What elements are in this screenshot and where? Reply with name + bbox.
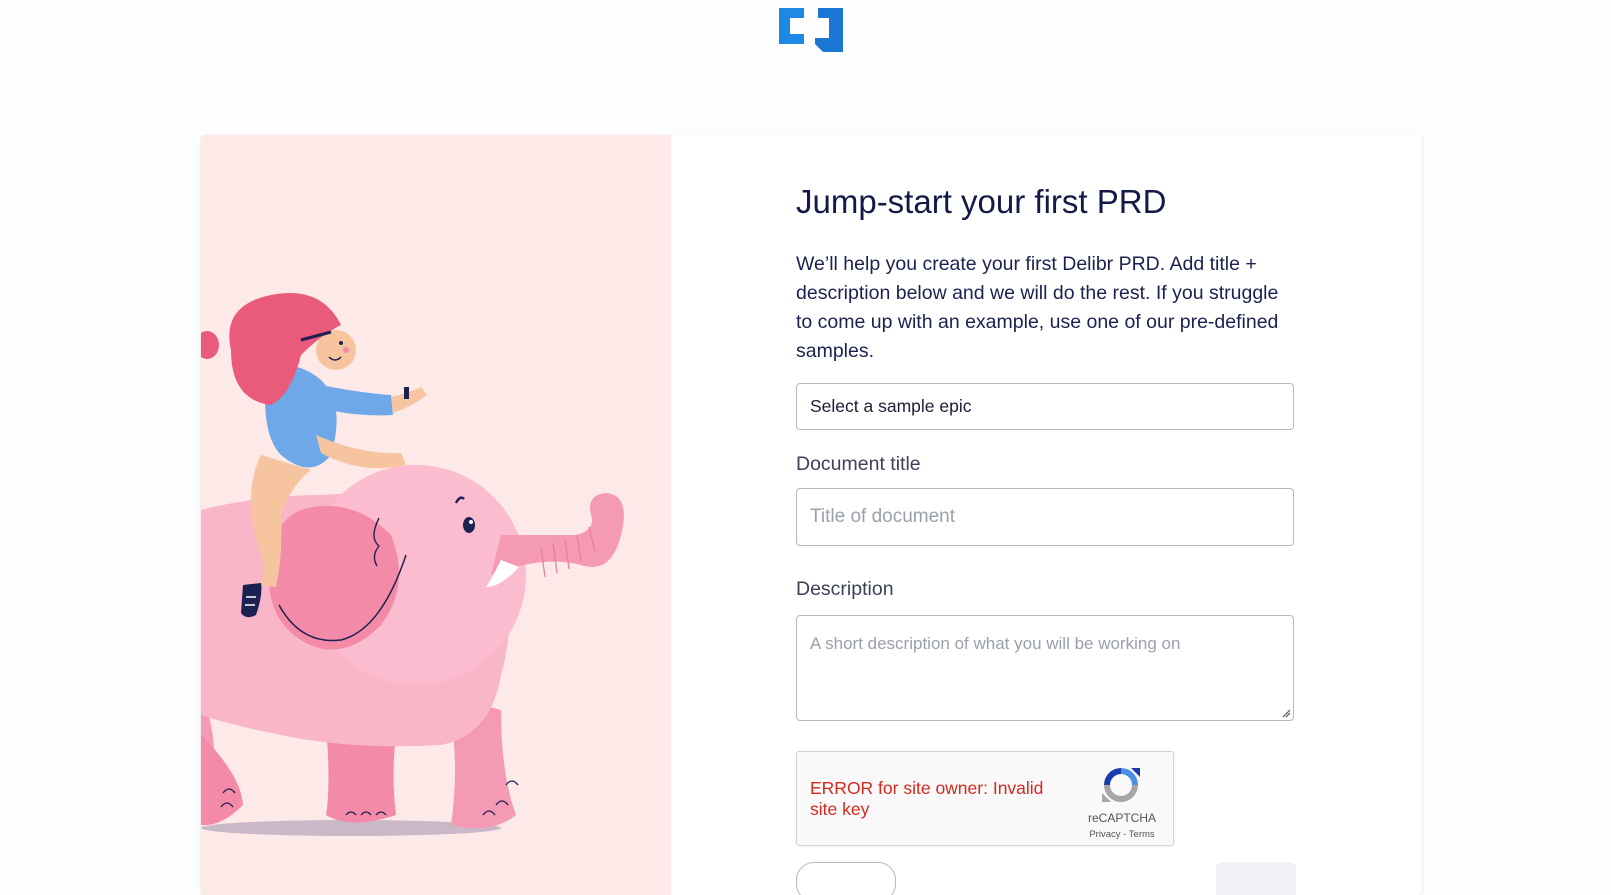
description-textarea[interactable] (796, 615, 1294, 721)
sample-epic-select[interactable]: Select a sample epic (796, 383, 1294, 430)
recaptcha-error-message: ERROR for site owner: Invalid site key (810, 778, 1044, 819)
recaptcha-terms-link[interactable]: Terms (1129, 829, 1155, 840)
recaptcha-privacy-link[interactable]: Privacy (1089, 829, 1120, 840)
page-title: Jump-start your first PRD (796, 183, 1167, 220)
document-title-input[interactable] (796, 488, 1294, 546)
top-bar (0, 0, 1611, 100)
recaptcha-widget: ERROR for site owner: Invalid site key r… (796, 751, 1174, 846)
onboarding-card: Jump-start your first PRD We’ll help you… (201, 135, 1422, 895)
recaptcha-brand: reCAPTCHA (1087, 811, 1156, 825)
delibr-logo-icon[interactable] (779, 8, 843, 56)
recaptcha-icon (1102, 768, 1140, 802)
document-title-label: Document title (796, 453, 921, 475)
recaptcha-link-separator: - (1120, 829, 1129, 840)
description-label: Description (796, 578, 894, 600)
intro-text: We’ll help you create your first Delibr … (796, 253, 1279, 362)
girl-riding-elephant-illustration (201, 293, 624, 836)
resize-grip-icon[interactable] (1281, 708, 1291, 718)
illustration-panel (201, 135, 671, 895)
recaptcha-links: Privacy - Terms (1072, 829, 1172, 840)
